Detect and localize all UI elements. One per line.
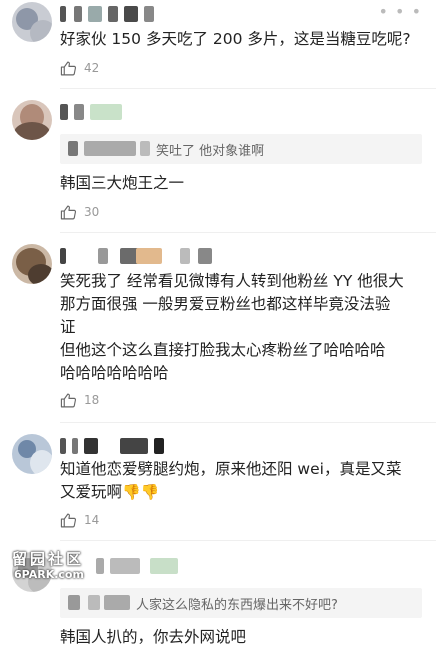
like-button[interactable]: 30 [60, 202, 99, 222]
reply-text: 人家这么隐私的东西爆出来不好吧? [136, 598, 338, 613]
divider [60, 540, 436, 541]
comment-text: 知道他恋爱劈腿约炮，原来他还阳 wei，真是又菜 又爱玩啊👎👎 [60, 458, 420, 504]
like-button[interactable]: 14 [60, 510, 99, 530]
like-count: 30 [84, 205, 100, 219]
username-blurred[interactable] [60, 6, 190, 24]
comment-item: 笑死我了 经常看见微博有人转到他粉丝 YY 他很大 那方面很强 一般男爱豆粉丝也… [0, 240, 436, 420]
comment-text: 韩国三大炮王之一 [60, 174, 185, 192]
divider [60, 232, 436, 233]
like-count: 42 [84, 61, 100, 75]
like-button[interactable]: 18 [60, 390, 99, 410]
comment-text: 好家伙 150 多天吃了 200 多片，这是当糖豆吃呢? [60, 30, 411, 48]
watermark-text: 留园社区 [12, 550, 85, 568]
avatar[interactable] [12, 2, 52, 42]
quoted-reply[interactable]: 笑吐了 他对象谁啊 [60, 134, 422, 164]
thumbs-down-emoji: 👎👎 [122, 483, 160, 501]
username-blurred[interactable] [60, 104, 140, 122]
thumbs-up-icon [60, 60, 77, 77]
divider [60, 88, 436, 89]
comment-item: • • • 好家伙 150 多天吃了 200 多片，这是当糖豆吃呢? 42 [0, 0, 436, 88]
comment-thread: • • • 好家伙 150 多天吃了 200 多片，这是当糖豆吃呢? 42 笑吐… [0, 0, 436, 648]
watermark: 留园社区 6PARK.com [12, 548, 102, 586]
more-dots-icon[interactable]: • • • [379, 2, 422, 21]
username-blurred[interactable] [60, 248, 220, 266]
comment-item: 知道他恋爱劈腿约炮，原来他还阳 wei，真是又菜 又爱玩啊👎👎 14 [0, 430, 436, 540]
comment-item: 笑吐了 他对象谁啊 韩国三大炮王之一 30 [0, 96, 436, 228]
like-button[interactable]: 42 [60, 58, 99, 78]
thumbs-up-icon [60, 204, 77, 221]
quoted-reply[interactable]: 人家这么隐私的东西爆出来不好吧? [60, 588, 422, 618]
thumbs-up-icon [60, 392, 77, 409]
username-blurred[interactable] [60, 438, 170, 456]
thumbs-up-icon [60, 512, 77, 529]
comment-text: 韩国人扒的，你去外网说吧 [60, 628, 247, 646]
comment-text: 笑死我了 经常看见微博有人转到他粉丝 YY 他很大 那方面很强 一般男爱豆粉丝也… [60, 272, 404, 382]
avatar[interactable] [12, 244, 52, 284]
avatar[interactable] [12, 100, 52, 140]
reply-text: 笑吐了 他对象谁啊 [156, 144, 265, 159]
avatar[interactable] [12, 434, 52, 474]
divider [60, 422, 436, 423]
like-count: 14 [84, 513, 100, 527]
watermark-site: 6PARK.com [14, 568, 84, 581]
like-count: 18 [84, 393, 100, 407]
